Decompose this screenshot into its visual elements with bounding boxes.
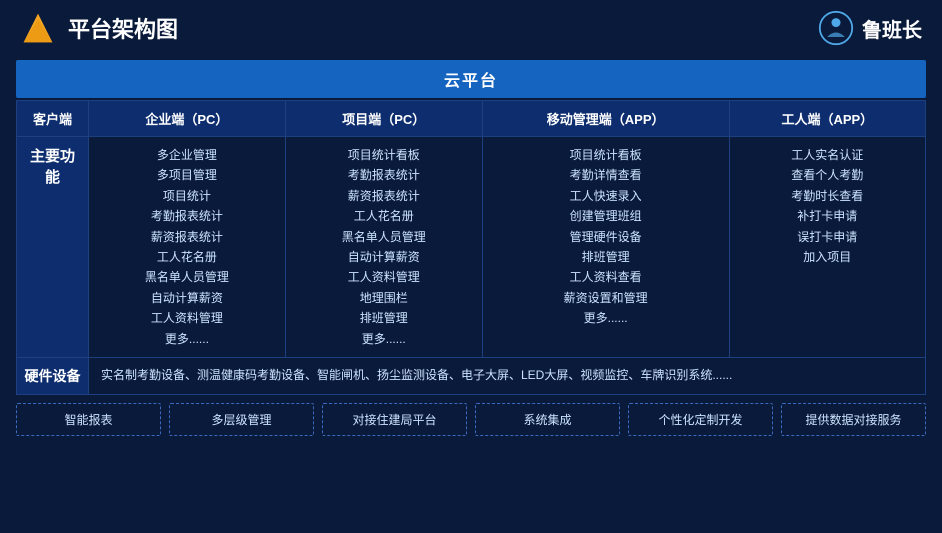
list-item: 多企业管理 (97, 145, 277, 165)
bottom-box-4: 个性化定制开发 (628, 403, 773, 436)
platform-table: 客户端 企业端（PC） 项目端（PC） 移动管理端（APP） 工人端（APP） … (16, 100, 926, 395)
list-item: 工人资料管理 (97, 308, 277, 328)
list-item: 排班管理 (491, 247, 721, 267)
list-item: 排班管理 (294, 308, 474, 328)
col-header-worker: 工人端（APP） (729, 101, 925, 137)
list-item: 多项目管理 (97, 165, 277, 185)
cloud-platform-bar: 云平台 (16, 60, 926, 98)
list-item: 考勤时长查看 (738, 186, 917, 206)
list-item: 误打卡申请 (738, 227, 917, 247)
list-item: 项目统计 (97, 186, 277, 206)
list-item: 项目统计看板 (491, 145, 721, 165)
list-item: 考勤详情查看 (491, 165, 721, 185)
main-content: 云平台 客户端 企业端（PC） 项目端（PC） 移动管理端（APP） 工人端（A… (0, 56, 942, 444)
worker-functions-cell: 工人实名认证 查看个人考勤 考勤时长查看 补打卡申请 误打卡申请 加入项目 (729, 137, 925, 358)
list-item: 管理硬件设备 (491, 227, 721, 247)
main-functions-row: 主要功能 多企业管理 多项目管理 项目统计 考勤报表统计 薪资报表统计 工人花名… (17, 137, 926, 358)
brand-name: 鲁班长 (862, 14, 922, 43)
mobile-functions-cell: 项目统计看板 考勤详情查看 工人快速录入 创建管理班组 管理硬件设备 排班管理 … (482, 137, 729, 358)
list-item: 考勤报表统计 (97, 206, 277, 226)
list-item: 查看个人考勤 (738, 165, 917, 185)
list-item: 项目统计看板 (294, 145, 474, 165)
page-title: 平台架构图 (68, 12, 178, 44)
list-item: 工人资料查看 (491, 267, 721, 287)
bottom-box-1: 多层级管理 (169, 403, 314, 436)
list-item: 工人花名册 (97, 247, 277, 267)
col-header-mobile: 移动管理端（APP） (482, 101, 729, 137)
list-item: 更多...... (294, 329, 474, 349)
header-left: 平台架构图 (20, 10, 178, 46)
bottom-box-0: 智能报表 (16, 403, 161, 436)
list-item: 工人花名册 (294, 206, 474, 226)
bottom-row: 智能报表 多层级管理 对接住建局平台 系统集成 个性化定制开发 提供数据对接服务 (16, 403, 926, 436)
list-item: 薪资报表统计 (97, 227, 277, 247)
list-item: 工人实名认证 (738, 145, 917, 165)
brand-icon (818, 10, 854, 46)
list-item: 薪资设置和管理 (491, 288, 721, 308)
list-item: 加入项目 (738, 247, 917, 267)
project-functions-cell: 项目统计看板 考勤报表统计 薪资报表统计 工人花名册 黑名单人员管理 自动计算薪… (285, 137, 482, 358)
bottom-box-3: 系统集成 (475, 403, 620, 436)
header: 平台架构图 鲁班长 (0, 0, 942, 56)
list-item: 创建管理班组 (491, 206, 721, 226)
enterprise-functions-cell: 多企业管理 多项目管理 项目统计 考勤报表统计 薪资报表统计 工人花名册 黑名单… (89, 137, 286, 358)
list-item: 自动计算薪资 (97, 288, 277, 308)
col-header-enterprise: 企业端（PC） (89, 101, 286, 137)
list-item: 工人资料管理 (294, 267, 474, 287)
list-item: 地理围栏 (294, 288, 474, 308)
list-item: 更多...... (97, 329, 277, 349)
bottom-box-5: 提供数据对接服务 (781, 403, 926, 436)
list-item: 考勤报表统计 (294, 165, 474, 185)
logo-icon (20, 10, 56, 46)
col-header-project: 项目端（PC） (285, 101, 482, 137)
list-item: 黑名单人员管理 (294, 227, 474, 247)
hardware-content-cell: 实名制考勤设备、测温健康码考勤设备、智能闸机、扬尘监测设备、电子大屏、LED大屏… (89, 357, 926, 394)
list-item: 工人快速录入 (491, 186, 721, 206)
list-item: 更多...... (491, 308, 721, 328)
header-right: 鲁班长 (818, 10, 922, 46)
row-header-hardware: 硬件设备 (17, 357, 89, 394)
col-header-client: 客户端 (17, 101, 89, 137)
list-item: 黑名单人员管理 (97, 267, 277, 287)
bottom-box-2: 对接住建局平台 (322, 403, 467, 436)
list-item: 自动计算薪资 (294, 247, 474, 267)
row-header-functions: 主要功能 (17, 137, 89, 358)
hardware-row: 硬件设备 实名制考勤设备、测温健康码考勤设备、智能闸机、扬尘监测设备、电子大屏、… (17, 357, 926, 394)
list-item: 补打卡申请 (738, 206, 917, 226)
list-item: 薪资报表统计 (294, 186, 474, 206)
